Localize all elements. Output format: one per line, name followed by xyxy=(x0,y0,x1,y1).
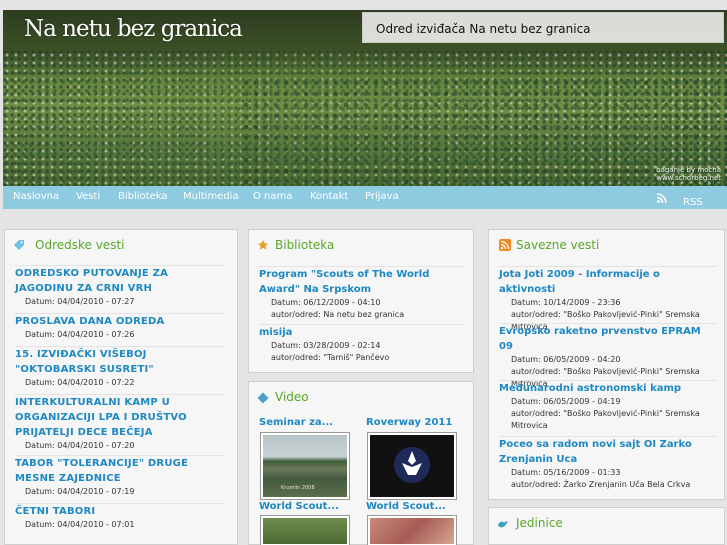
federal-news-item: Međunarodni astronomski kamp Datum: 06/0… xyxy=(499,380,717,432)
federal-news-title-link[interactable]: Jota Joti 2009 - Informacije o aktivnost… xyxy=(499,267,717,297)
video-thumbnail[interactable] xyxy=(367,432,457,500)
federal-news-date: Datum: 05/16/2009 - 01:33 xyxy=(511,468,621,477)
scout-emblem-icon xyxy=(394,447,430,483)
federal-news-item: Poceo sa radom novi sajt OI Zarko Zrenja… xyxy=(499,436,717,491)
news-date: Datum: 04/04/2010 - 07:01 xyxy=(25,520,135,529)
photo-credit: baganje by mocha www.schorbeg.net xyxy=(656,166,721,182)
panel-title-jedinice: Jedinice xyxy=(516,516,563,530)
news-item: 15. IZVIĐAČKI VIŠEBOJ "OKTOBARSKI SUSRET… xyxy=(15,346,225,389)
news-date: Datum: 04/04/2010 - 07:20 xyxy=(25,441,135,450)
video-title-link[interactable]: World Scout... xyxy=(259,501,355,512)
news-title-link[interactable]: INTERKULTURALNI KAMP U ORGANIZACIJI LPA … xyxy=(15,395,225,440)
panel-title-biblioteka: Biblioteka xyxy=(275,238,335,252)
library-title-link[interactable]: misija xyxy=(259,325,465,340)
photo-credit-line1: baganje by mocha xyxy=(656,166,721,174)
news-title-link[interactable]: TABOR "TOLERANCIJE" DRUGE MESNE ZAJEDNIC… xyxy=(15,456,225,486)
federal-news-date: Datum: 06/05/2009 - 04:20 xyxy=(511,355,621,364)
nav-item-kontakt[interactable]: Kontakt xyxy=(310,191,348,202)
library-title-link[interactable]: Program "Scouts of The World Award" Na S… xyxy=(259,267,465,297)
news-date: Datum: 04/04/2010 - 07:22 xyxy=(25,378,135,387)
news-title-link[interactable]: 15. IZVIĐAČKI VIŠEBOJ "OKTOBARSKI SUSRET… xyxy=(15,347,225,377)
library-author: autor/odred: "Tamiš" Pančevo xyxy=(271,353,390,362)
news-date: Datum: 04/04/2010 - 07:19 xyxy=(25,487,135,496)
library-author: autor/odred: Na netu bez granica xyxy=(271,310,405,319)
federal-news-date: Datum: 06/05/2009 - 04:19 xyxy=(511,397,621,406)
site-title[interactable]: Na netu bez granica xyxy=(24,16,243,42)
nav-item-multimedia[interactable]: Multimedia xyxy=(183,191,239,202)
video-thumbnail[interactable] xyxy=(367,515,457,545)
video-title-link[interactable]: Seminar za... xyxy=(259,417,355,428)
video-thumbnail[interactable]: Krumlin 2008 xyxy=(260,432,350,500)
news-date: Datum: 04/04/2010 - 07:27 xyxy=(25,297,135,306)
library-date: Datum: 06/12/2009 - 04:10 xyxy=(271,298,381,307)
library-item: Program "Scouts of The World Award" Na S… xyxy=(259,266,465,321)
nav-item-prijava[interactable]: Prijava xyxy=(365,191,399,202)
nav-item-naslovna[interactable]: Naslovna xyxy=(13,191,59,202)
jedinice-panel: Jedinice xyxy=(488,507,725,545)
photo-credit-line2: www.schorbeg.net xyxy=(656,174,721,182)
biblioteka-panel: Biblioteka Program "Scouts of The World … xyxy=(248,229,474,373)
odredske-vesti-panel: Odredske vesti ODREDSKO PUTOVANJE ZA JAG… xyxy=(4,229,238,545)
library-date: Datum: 03/28/2009 - 02:14 xyxy=(271,341,381,350)
video-diamond-icon xyxy=(257,392,269,404)
banner-crowd-photo-overlay xyxy=(243,80,727,186)
rss-feed-icon xyxy=(499,239,511,251)
news-title-link[interactable]: ČETNI TABORI xyxy=(15,504,225,519)
panel-title-video: Video xyxy=(275,390,309,404)
rss-link[interactable]: RSS xyxy=(683,197,703,208)
tag-icon xyxy=(14,240,24,250)
panel-title-savezne: Savezne vesti xyxy=(516,238,600,252)
savezne-vesti-panel: Savezne vesti Jota Joti 2009 - Informaci… xyxy=(488,229,725,500)
video-title-link[interactable]: Roverway 2011 xyxy=(366,417,462,428)
news-item: ČETNI TABORI Datum: 04/04/2010 - 07:01 xyxy=(15,503,225,531)
library-item: misija Datum: 03/28/2009 - 02:14 autor/o… xyxy=(259,324,465,364)
news-title-link[interactable]: PROSLAVA DANA ODREDA xyxy=(15,314,225,329)
bird-icon xyxy=(498,521,508,528)
video-tile[interactable]: World Scout... xyxy=(366,501,462,512)
video-caption: Krumlin 2008 xyxy=(281,485,315,491)
news-item: TABOR "TOLERANCIJE" DRUGE MESNE ZAJEDNIC… xyxy=(15,455,225,498)
video-title-link[interactable]: World Scout... xyxy=(366,501,462,512)
news-item: ODREDSKO PUTOVANJE ZA JAGODINU ZA CRNI V… xyxy=(15,265,225,308)
video-tile[interactable]: Roverway 2011 xyxy=(366,417,462,428)
federal-news-date: Datum: 10/14/2009 - 23:36 xyxy=(511,298,621,307)
news-date: Datum: 04/04/2010 - 07:26 xyxy=(25,330,135,339)
federal-news-title-link[interactable]: Međunarodni astronomski kamp xyxy=(499,381,717,396)
news-title-link[interactable]: ODREDSKO PUTOVANJE ZA JAGODINU ZA CRNI V… xyxy=(15,266,225,296)
panel-title-odredske: Odredske vesti xyxy=(35,238,125,252)
news-item: INTERKULTURALNI KAMP U ORGANIZACIJI LPA … xyxy=(15,394,225,452)
federal-news-author: autor/odred: "Boško Pakovljević-Pinki" S… xyxy=(511,409,700,430)
federal-news-title-link[interactable]: Poceo sa radom novi sajt OI Zarko Zrenja… xyxy=(499,437,717,467)
video-tile[interactable]: World Scout... xyxy=(259,501,355,512)
rss-icon[interactable] xyxy=(657,193,667,203)
nav-item-biblioteka[interactable]: Biblioteka xyxy=(118,191,167,202)
nav-item-vesti[interactable]: Vesti xyxy=(76,191,100,202)
video-thumbnail[interactable] xyxy=(260,515,350,545)
nav-item-o-nama[interactable]: O nama xyxy=(253,191,292,202)
site-tagline: Odred izviđača Na netu bez granica xyxy=(376,22,591,36)
federal-news-author: autor/odred: Žarko Zrenjanin Uča Bela Cr… xyxy=(511,480,691,489)
star-icon xyxy=(257,239,269,250)
video-tile[interactable]: Seminar za... xyxy=(259,417,355,428)
federal-news-title-link[interactable]: Evropsko raketno prvenstvo EPRAM 09 xyxy=(499,324,717,354)
video-panel: Video Seminar za... Krumlin 2008 Roverwa… xyxy=(248,381,474,545)
news-item: PROSLAVA DANA ODREDA Datum: 04/04/2010 -… xyxy=(15,313,225,341)
